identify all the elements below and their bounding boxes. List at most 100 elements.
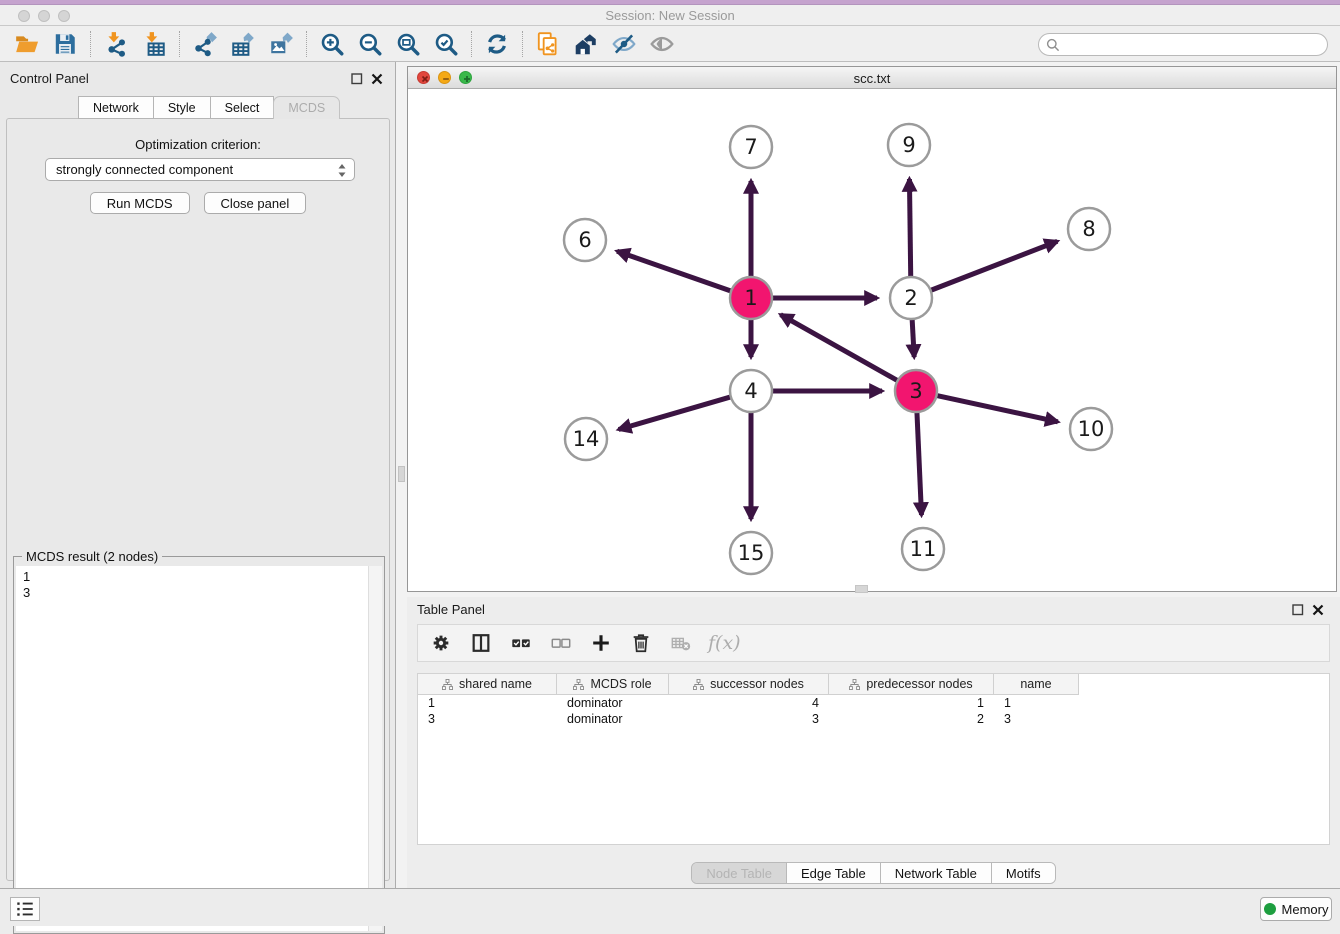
graph-edge-2-8[interactable] bbox=[929, 241, 1058, 291]
mcds-panel: Optimization criterion: strongly connect… bbox=[6, 118, 390, 881]
graph-node-label: 11 bbox=[910, 537, 937, 561]
zoom-in-button[interactable] bbox=[313, 29, 351, 59]
table-header-row: shared nameMCDS rolesuccessor nodesprede… bbox=[418, 674, 1329, 695]
tab-network[interactable]: Network bbox=[78, 96, 154, 119]
graph-node-4[interactable]: 4 bbox=[730, 370, 772, 412]
import-network-button[interactable] bbox=[97, 29, 135, 59]
graph-node-6[interactable]: 6 bbox=[564, 219, 606, 261]
search-field[interactable] bbox=[1038, 33, 1328, 56]
horizontal-splitter-handle[interactable] bbox=[855, 585, 868, 593]
result-line: 1 bbox=[23, 569, 368, 585]
run-mcds-button[interactable]: Run MCDS bbox=[90, 192, 190, 214]
graph-edge-3-1[interactable] bbox=[781, 315, 900, 382]
column-header-successor-nodes[interactable]: successor nodes bbox=[669, 674, 829, 695]
close-table-panel-icon[interactable] bbox=[1312, 603, 1324, 615]
unchecked-boxes-icon bbox=[550, 632, 572, 654]
table-row[interactable]: 1dominator411 bbox=[418, 695, 1329, 711]
tab-node-table[interactable]: Node Table bbox=[692, 863, 787, 883]
graph-node-3[interactable]: 3 bbox=[895, 370, 937, 412]
zoom-out-button[interactable] bbox=[351, 29, 389, 59]
float-panel-icon[interactable] bbox=[351, 72, 363, 84]
search-input[interactable] bbox=[1060, 38, 1327, 52]
column-header-name[interactable]: name bbox=[994, 674, 1079, 695]
tab-edge-table[interactable]: Edge Table bbox=[787, 863, 881, 883]
close-panel-button[interactable]: Close panel bbox=[204, 192, 307, 214]
mcds-result-title: MCDS result (2 nodes) bbox=[22, 549, 162, 564]
task-history-button[interactable] bbox=[10, 897, 40, 921]
close-panel-icon[interactable] bbox=[371, 72, 383, 84]
graph-edge-2-3[interactable] bbox=[912, 317, 914, 357]
app-window: Session: New Session bbox=[0, 0, 1340, 926]
hide-selected-button[interactable] bbox=[605, 29, 643, 59]
add-column-button[interactable] bbox=[588, 630, 614, 656]
clone-network-button[interactable] bbox=[529, 29, 567, 59]
save-session-button[interactable] bbox=[46, 29, 84, 59]
mcds-result-list[interactable]: 13 bbox=[16, 566, 368, 931]
memory-label: Memory bbox=[1282, 902, 1329, 917]
eye-icon bbox=[649, 31, 675, 57]
graph-edge-2-9[interactable] bbox=[909, 179, 910, 279]
show-selected-button[interactable] bbox=[643, 29, 681, 59]
apply-layout-button[interactable] bbox=[478, 29, 516, 59]
import-table-button[interactable] bbox=[135, 29, 173, 59]
float-table-panel-icon[interactable] bbox=[1292, 603, 1304, 615]
select-all-columns-button[interactable] bbox=[508, 630, 534, 656]
graph-node-label: 15 bbox=[738, 541, 765, 565]
column-header-mcds-role[interactable]: MCDS role bbox=[557, 674, 669, 695]
graph-node-15[interactable]: 15 bbox=[730, 532, 772, 574]
toolbar-separator bbox=[522, 31, 523, 57]
tree-icon bbox=[849, 679, 860, 690]
tab-motifs[interactable]: Motifs bbox=[992, 863, 1055, 883]
zoom-fit-button[interactable] bbox=[389, 29, 427, 59]
table-row[interactable]: 3dominator323 bbox=[418, 711, 1329, 727]
column-layout-button[interactable] bbox=[468, 630, 494, 656]
delete-table-icon bbox=[670, 632, 692, 654]
vertical-splitter-handle[interactable] bbox=[398, 466, 405, 482]
function-builder-button[interactable]: f(x) bbox=[708, 630, 741, 656]
graph-edge-3-10[interactable] bbox=[935, 395, 1058, 422]
toolbar-separator bbox=[471, 31, 472, 57]
node-table[interactable]: shared nameMCDS rolesuccessor nodesprede… bbox=[417, 673, 1330, 845]
network-canvas[interactable]: 7 9 6 8 1 2 4 3 14 10 15 11 bbox=[408, 89, 1336, 591]
tab-mcds[interactable]: MCDS bbox=[273, 96, 340, 119]
zoom-selected-button[interactable] bbox=[427, 29, 465, 59]
tab-select[interactable]: Select bbox=[210, 96, 275, 119]
optimization-criterion-select[interactable]: strongly connected component bbox=[45, 158, 355, 181]
delete-table-button[interactable] bbox=[668, 630, 694, 656]
graph-edge-4-14[interactable] bbox=[619, 396, 733, 429]
table-cell: 1 bbox=[994, 695, 1079, 711]
open-session-button[interactable] bbox=[8, 29, 46, 59]
export-network-button[interactable] bbox=[186, 29, 224, 59]
graph-node-10[interactable]: 10 bbox=[1070, 408, 1112, 450]
toolbar-separator bbox=[306, 31, 307, 57]
tab-style[interactable]: Style bbox=[153, 96, 211, 119]
tree-icon bbox=[442, 679, 453, 690]
graph-node-8[interactable]: 8 bbox=[1068, 208, 1110, 250]
memory-button[interactable]: Memory bbox=[1260, 897, 1332, 921]
graph-edge-3-11[interactable] bbox=[917, 410, 922, 515]
deselect-all-columns-button[interactable] bbox=[548, 630, 574, 656]
table-cell: dominator bbox=[557, 695, 669, 711]
delete-column-button[interactable] bbox=[628, 630, 654, 656]
graph-node-14[interactable]: 14 bbox=[565, 418, 607, 460]
column-header-predecessor-nodes[interactable]: predecessor nodes bbox=[829, 674, 994, 695]
control-panel-title: Control Panel bbox=[10, 71, 89, 86]
export-table-button[interactable] bbox=[224, 29, 262, 59]
table-settings-button[interactable] bbox=[428, 630, 454, 656]
result-scrollbar[interactable] bbox=[368, 566, 382, 931]
show-all-networks-button[interactable] bbox=[567, 29, 605, 59]
trash-icon bbox=[630, 632, 652, 654]
graph-edge-1-6[interactable] bbox=[617, 251, 733, 292]
homes-icon bbox=[573, 31, 599, 57]
table-cell: 1 bbox=[418, 695, 557, 711]
export-image-button[interactable] bbox=[262, 29, 300, 59]
graph-node-2[interactable]: 2 bbox=[890, 277, 932, 319]
tab-network-table[interactable]: Network Table bbox=[881, 863, 992, 883]
graph-node-1[interactable]: 1 bbox=[730, 277, 772, 319]
graph-node-label: 1 bbox=[744, 286, 757, 310]
column-header-shared-name[interactable]: shared name bbox=[418, 674, 557, 695]
graph-node-7[interactable]: 7 bbox=[730, 126, 772, 168]
graph-node-11[interactable]: 11 bbox=[902, 528, 944, 570]
graph-node-9[interactable]: 9 bbox=[888, 124, 930, 166]
main-toolbar bbox=[0, 26, 1340, 62]
